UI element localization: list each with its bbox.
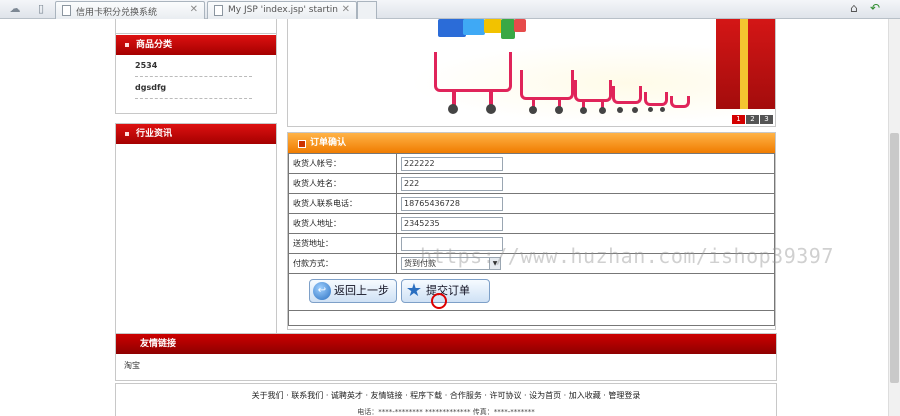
field-label: 付款方式： — [288, 253, 397, 274]
friend-link[interactable]: 淘宝 — [116, 354, 776, 371]
vertical-scrollbar[interactable] — [888, 19, 900, 416]
tab-title: My JSP 'index.jsp' starting p — [228, 5, 338, 15]
shopping-cart-icon — [520, 60, 576, 114]
tab-credit-system[interactable]: 信用卡积分兑换系统 ✕ — [55, 1, 205, 19]
field-label: 收货人姓名： — [288, 173, 397, 194]
categories-box: 商品分类 2534 dgsdfg — [115, 19, 277, 114]
footer: 关于我们 · 联系我们 · 诚聘英才 · 友情链接 · 程序下载 · 合作服务 … — [115, 383, 777, 416]
friend-links-title: 友情链接 — [116, 334, 776, 354]
document-icon — [62, 5, 71, 16]
shopping-cart-icon — [612, 76, 644, 113]
categories-title: 商品分类 — [116, 35, 276, 55]
tab-title: 信用卡积分兑换系统 — [76, 8, 158, 18]
field-label: 收货人帐号： — [288, 153, 397, 174]
order-title: 订单确认 — [288, 133, 775, 153]
address-field[interactable]: 2345235 — [401, 216, 503, 231]
close-icon[interactable]: ✕ — [190, 4, 198, 15]
cloud-icon[interactable]: ☁ — [8, 2, 22, 16]
news-box: 行业资讯 — [115, 123, 277, 333]
document-icon — [214, 5, 223, 16]
table-row: 收货人地址： 2345235 — [288, 213, 775, 234]
close-icon[interactable]: ✕ — [342, 4, 350, 15]
field-label: 收货人地址： — [288, 213, 397, 234]
page-content: 商品分类 2534 dgsdfg 行业资讯 1 2 3 订单确认 收货人帐号： … — [0, 19, 900, 416]
table-row: 收货人帐号： 222222 — [288, 153, 775, 174]
account-field[interactable]: 222222 — [401, 156, 503, 171]
order-panel: 订单确认 收货人帐号： 222222 收货人姓名： 222 收货人联系电话： 1… — [287, 132, 776, 330]
friend-links-box: 友情链接 淘宝 — [115, 333, 777, 381]
watermark-text: https://www.huzhan.com/ishop39397 — [420, 244, 834, 268]
category-item[interactable]: 2534 — [135, 55, 252, 77]
table-row: 收货人联系电话： 18765436728 — [288, 193, 775, 214]
new-tab-button[interactable] — [357, 1, 377, 19]
field-label: 送货地址： — [288, 233, 397, 254]
scroll-thumb[interactable] — [890, 133, 899, 383]
gift-ribbon — [740, 19, 748, 109]
banner-pager: 1 2 3 — [732, 115, 773, 124]
home-icon[interactable]: ⌂ — [850, 1, 858, 15]
category-item[interactable]: dgsdfg — [135, 77, 252, 99]
box-top-divider — [116, 19, 276, 34]
tab-index-jsp[interactable]: My JSP 'index.jsp' starting p ✕ — [207, 1, 357, 19]
banner-page-button[interactable]: 1 — [732, 115, 745, 124]
banner: 1 2 3 — [287, 19, 776, 127]
back-arrow-icon: ↩ — [313, 282, 331, 300]
page-icon[interactable]: ▯ — [34, 2, 48, 16]
shopping-cart-icon — [574, 70, 614, 114]
news-title: 行业资讯 — [116, 124, 276, 144]
cursor-highlight — [431, 293, 447, 309]
footer-links[interactable]: 关于我们 · 联系我们 · 诚聘英才 · 友情链接 · 程序下载 · 合作服务 … — [116, 384, 776, 401]
banner-page-button[interactable]: 2 — [746, 115, 759, 124]
empty-table-row — [288, 310, 775, 326]
shopping-cart-icon — [670, 86, 692, 112]
table-row: 收货人姓名： 222 — [288, 173, 775, 194]
back-button-label: 返回上一步 — [334, 284, 389, 297]
star-icon: ★ — [405, 280, 423, 301]
goods-box-icon — [438, 19, 466, 37]
goods-box-icon — [463, 19, 485, 35]
phone-field[interactable]: 18765436728 — [401, 196, 503, 211]
shopping-cart-icon — [644, 82, 670, 112]
footer-contact: 电话：****-******** ************* 传真：****-*… — [357, 408, 535, 416]
banner-page-button[interactable]: 3 — [760, 115, 773, 124]
goods-box-icon — [484, 19, 502, 33]
goods-can-icon — [514, 19, 526, 32]
field-label: 收货人联系电话： — [288, 193, 397, 214]
back-button[interactable]: ↩ 返回上一步 — [309, 279, 397, 303]
browser-tab-bar: ☁ ▯ 信用卡积分兑换系统 ✕ My JSP 'index.jsp' start… — [0, 0, 900, 19]
goods-bottle-icon — [501, 19, 515, 39]
name-field[interactable]: 222 — [401, 176, 503, 191]
back-arrow-icon[interactable]: ↶ — [870, 1, 880, 15]
shopping-cart-icon — [434, 42, 514, 114]
button-row: ↩ 返回上一步 ★ 提交订单 — [288, 274, 775, 310]
